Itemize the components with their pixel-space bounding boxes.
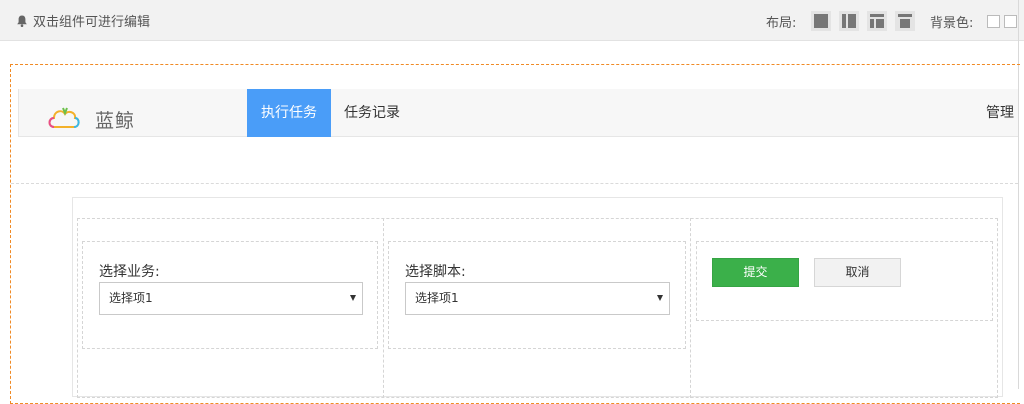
tab-task-records[interactable]: 任务记录 bbox=[330, 89, 414, 137]
edit-hint-text: 双击组件可进行编辑 bbox=[33, 15, 151, 30]
tab-task-records-label: 任务记录 bbox=[344, 105, 400, 121]
nav-manage-link[interactable]: 管理 bbox=[986, 89, 1014, 137]
layout-label: 布局: bbox=[766, 16, 797, 31]
section-divider bbox=[11, 183, 1018, 184]
edit-hint: 双击组件可进行编辑 bbox=[15, 11, 150, 30]
script-label: 选择脚本: bbox=[405, 264, 466, 280]
script-select-value: 选择项1 bbox=[415, 291, 459, 305]
layout-header-top-button[interactable] bbox=[895, 11, 915, 31]
logo-cloud-icon bbox=[48, 107, 80, 128]
business-select[interactable]: 选择项1 bbox=[99, 282, 363, 315]
editor-toolbar: 双击组件可进行编辑 布局: 背景色: bbox=[0, 0, 1024, 41]
business-label: 选择业务: bbox=[99, 264, 160, 280]
logo-text: 蓝鲸 bbox=[95, 110, 136, 132]
full-block-icon bbox=[814, 14, 828, 28]
script-select[interactable]: 选择项1 bbox=[405, 282, 670, 315]
business-select-value: 选择项1 bbox=[109, 291, 153, 305]
caret-down-icon bbox=[350, 295, 356, 301]
background-color-label: 背景色: bbox=[930, 16, 974, 31]
submit-button[interactable]: 提交 bbox=[712, 258, 799, 287]
grid-column-separator bbox=[690, 218, 691, 398]
sidebar-left-icon bbox=[842, 14, 856, 28]
tab-execute-task[interactable]: 执行任务 bbox=[247, 89, 331, 137]
bg-swatch-white[interactable] bbox=[987, 15, 1000, 28]
tab-execute-task-label: 执行任务 bbox=[261, 105, 317, 121]
layout-sidebar-button[interactable] bbox=[839, 11, 859, 31]
bg-swatch-gray[interactable] bbox=[1004, 15, 1017, 28]
caret-down-icon bbox=[657, 295, 663, 301]
app-header[interactable]: 蓝鲸 执行任务 任务记录 管理 bbox=[18, 89, 1018, 137]
layout-full-button[interactable] bbox=[811, 11, 831, 31]
header-split-icon bbox=[870, 14, 884, 28]
header-top-icon bbox=[898, 14, 912, 28]
cancel-button[interactable]: 取消 bbox=[814, 258, 901, 287]
grid-column-separator bbox=[383, 218, 384, 398]
layout-header-split-button[interactable] bbox=[867, 11, 887, 31]
bell-icon bbox=[17, 15, 27, 27]
